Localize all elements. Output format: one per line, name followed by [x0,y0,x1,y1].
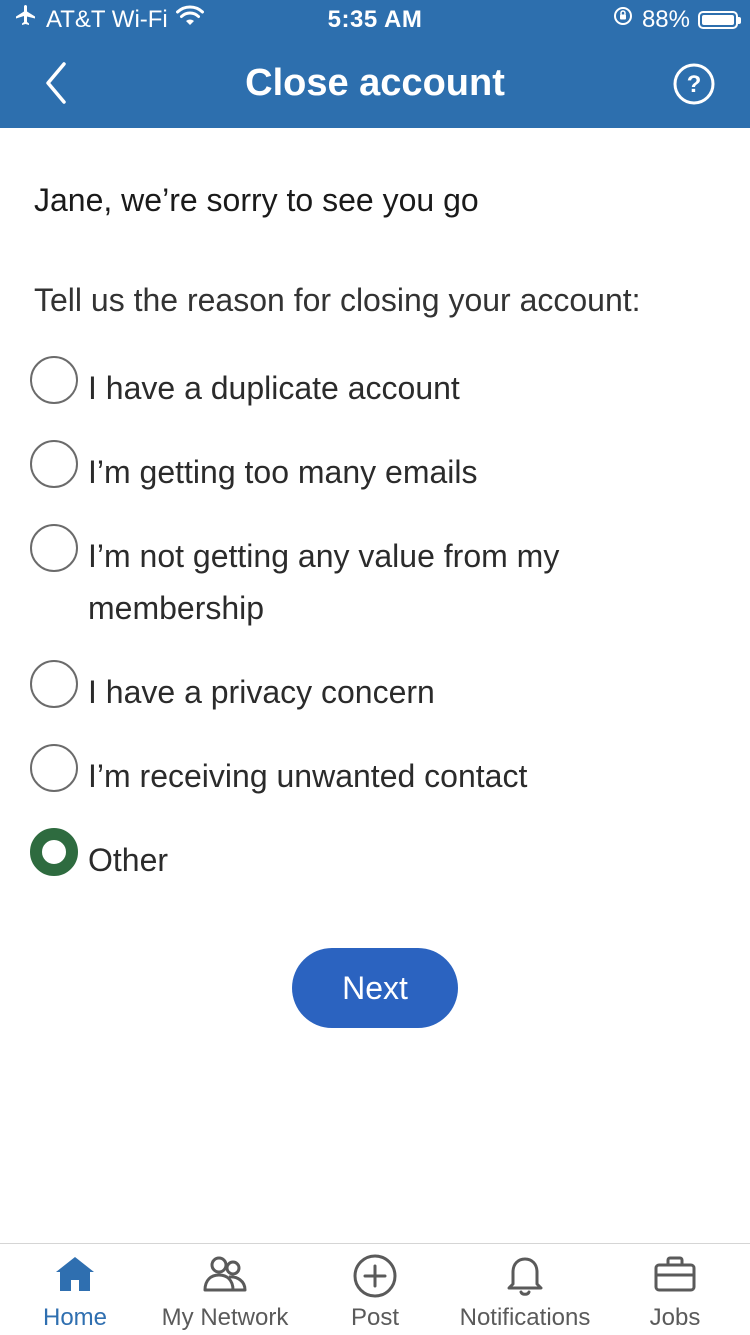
svg-text:?: ? [687,71,702,98]
tab-label: Home [42,1304,108,1331]
option-label: Other [88,842,169,878]
bottom-tab-bar: Home My Network Post Notifications Jobs [0,1243,750,1335]
farewell-heading: Jane, we’re sorry to see you go [34,182,479,218]
network-icon [201,1254,249,1299]
status-bar: AT&T Wi-Fi 5:35 AM 88% [0,0,750,40]
reason-prompt: Tell us the reason for closing your acco… [34,282,641,318]
help-circle-icon: ? [673,63,715,105]
option-label: I’m not getting any value from my member… [88,538,560,626]
reason-option-other[interactable]: Other [30,828,720,880]
tab-notifications[interactable]: Notifications [450,1244,600,1335]
radio-button[interactable] [30,660,78,708]
reason-option-duplicate[interactable]: I have a duplicate account [30,356,720,408]
next-button[interactable]: Next [292,948,458,1028]
radio-button[interactable] [30,440,78,488]
radio-button[interactable] [30,744,78,792]
tab-post[interactable]: Post [300,1244,450,1335]
option-label: I’m getting too many emails [88,454,478,490]
tab-label: Jobs [649,1304,701,1331]
tab-label: Post [350,1304,400,1331]
option-label: I’m receiving unwanted contact [88,758,528,794]
app-header: AT&T Wi-Fi 5:35 AM 88% Close account ? [0,0,750,128]
battery-percent: 88% [641,6,690,33]
orientation-lock-icon [612,0,634,40]
tab-jobs[interactable]: Jobs [600,1244,750,1335]
reason-option-no-value[interactable]: I’m not getting any value from my member… [30,524,720,628]
tab-label: My Network [161,1304,289,1331]
bell-icon [505,1254,545,1301]
page-title: Close account [245,62,505,104]
briefcase-icon [653,1254,697,1299]
home-icon [53,1254,97,1299]
reason-option-privacy[interactable]: I have a privacy concern [30,660,720,712]
reason-option-unwanted-contact[interactable]: I’m receiving unwanted contact [30,744,720,796]
nav-bar: Close account ? [0,40,750,128]
radio-button[interactable] [30,356,78,404]
plus-circle-icon [352,1254,398,1305]
option-label: I have a duplicate account [88,370,460,406]
option-label: I have a privacy concern [88,674,435,710]
battery-icon [698,11,741,29]
radio-button[interactable] [30,524,78,572]
tab-label: Notifications [459,1304,591,1331]
tab-home[interactable]: Home [0,1244,150,1335]
radio-button-selected[interactable] [30,828,78,876]
reason-option-too-many-emails[interactable]: I’m getting too many emails [30,440,720,492]
tab-my-network[interactable]: My Network [150,1244,300,1335]
help-button[interactable]: ? [672,62,716,106]
